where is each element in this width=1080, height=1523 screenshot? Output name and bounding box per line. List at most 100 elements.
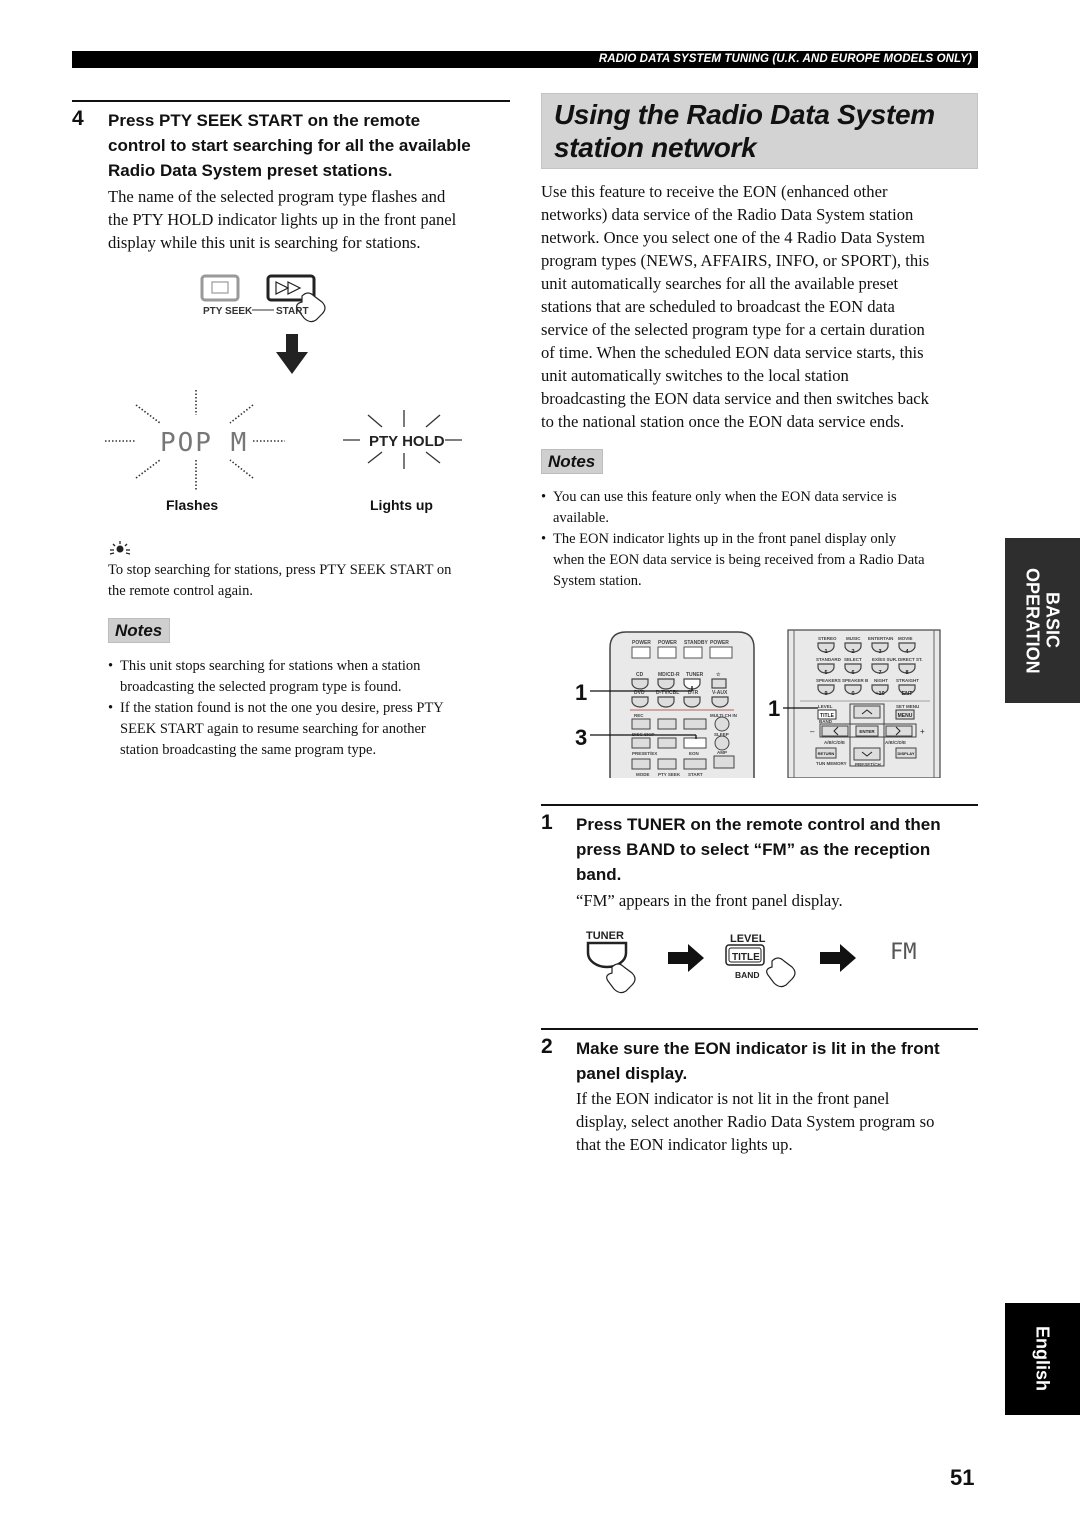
body-line: the PTY HOLD indicator lights up in the … [108,210,457,229]
number-key-label: 8 [905,670,908,676]
cursor-right-button[interactable] [885,725,913,737]
power-av-button[interactable] [657,646,677,659]
basic-operation-tab[interactable]: BASIC OPERATION [1005,538,1080,703]
body-line: If the EON indicator is not lit in the f… [576,1089,890,1108]
note-line: System station. [553,573,642,589]
flashing-display-figure: POP M [105,390,285,490]
body-line: display while this unit is searching for… [108,233,421,252]
dtv-cbl-button[interactable] [657,696,675,708]
eon-button[interactable] [683,737,707,749]
note-line: station broadcasting the same program ty… [120,742,377,758]
note-line: You can use this feature only when the E… [553,489,897,505]
amp-button[interactable] [713,755,735,769]
remote-label: POWER [710,640,729,646]
power-button[interactable] [709,646,733,659]
number-key-label: 1 [824,649,827,655]
notes-heading: Notes [108,618,171,643]
remote-label: SPEAKERS [816,678,841,683]
number-key-label: 9 [824,691,827,697]
remote-label: TUNER [686,672,704,678]
dtr-button[interactable] [683,696,701,708]
number-key-label: 5 [824,670,827,676]
enter-label: ENTER [859,729,875,734]
section-banner: RADIO DATA SYSTEM TUNING (U.K. AND EUROP… [72,51,978,68]
mode-button[interactable] [631,758,651,770]
remote-label: REC [634,713,644,718]
menu-button-label: MENU [898,713,913,719]
pty-seek-label: PTY SEEK [203,306,253,317]
rec-button[interactable] [631,718,651,730]
tuner-band-figure: TUNER LEVEL TITLE BAND FM [586,930,917,994]
number-key-label: 2 [851,649,854,655]
cursor-up-button[interactable] [853,705,881,719]
sleep-button[interactable] [714,735,730,751]
right-arrow-icon [668,944,704,972]
return-label: RETURN [818,751,835,756]
remote-label: A/B/C/D/E [885,740,906,745]
title-line: panel display. [576,1064,688,1083]
remote-label: STANDBY [684,640,708,646]
tuner-label: TUNER [586,930,624,942]
tab-label: BASIC OPERATION [1023,568,1063,674]
pty-seek-button[interactable] [657,758,677,770]
number-key-label: 7 [878,670,881,676]
v-aux-button[interactable] [711,696,729,708]
remote-label: NIGHT [874,678,888,683]
minus-icon: – [810,727,815,736]
intro-line: unit automatically searches for all the … [541,274,899,293]
remote-label: AMP [717,750,727,755]
pause-button[interactable] [657,718,677,730]
body-line: that the EON indicator lights up. [576,1135,793,1154]
intro-line: Use this feature to receive the EON (enh… [541,182,888,201]
remote-label: SPEAKER B [842,678,869,683]
intro-line: of time. When the scheduled EON data ser… [541,343,924,362]
remote-label: EON [689,751,699,756]
prev-button[interactable] [631,737,651,749]
body-line: display, select another Radio Data Syste… [576,1112,935,1131]
play-button[interactable] [657,737,677,749]
pty-hold-text: PTY HOLD [369,433,445,450]
callout-number: 1 [768,696,780,721]
start-button[interactable] [683,758,707,770]
step-1-body: “FM” appears in the front panel display. [576,891,843,910]
display-text: POP M [160,428,248,458]
intro-line: networks) data service of the Radio Data… [541,205,914,224]
cursor-down-button[interactable] [853,747,881,761]
dvd-button[interactable] [631,696,649,708]
number-key-label: ENT [902,691,914,697]
standby-button[interactable] [683,646,703,659]
note-line: when the EON data service is being recei… [553,552,925,568]
number-key-label: 3 [878,649,881,655]
remote-label: DIRECT ST. [898,657,923,662]
md-cdr-button[interactable] [657,678,675,690]
step-4-body: The name of the selected program type fl… [108,185,518,254]
step-2-body: If the EON indicator is not lit in the f… [576,1087,986,1156]
note-line: This unit stops searching for stations w… [120,658,421,674]
start-label: START [276,306,309,317]
remote-label: MUSIC [846,636,861,641]
remote-label: POWER [658,640,677,646]
title-line: Using the Radio Data System [554,99,935,130]
title-line: Make sure the EON indicator is lit in th… [576,1039,940,1058]
pressing-hand-icon [766,957,796,988]
notes-badge: Notes [108,618,171,643]
step-4-title: Press PTY SEEK START on the remote contr… [108,108,518,183]
remote-label: LEVEL [818,704,833,709]
english-language-tab[interactable]: English [1005,1303,1080,1415]
plus-icon: + [920,727,925,736]
cd-button[interactable] [631,678,649,690]
remote-control-figure: POWER POWER STANDBY POWER CD MD/CD-R TUN… [575,629,941,778]
notes-list: This unit stops searching for stations w… [108,656,518,761]
tuner-button-icon[interactable] [586,941,628,969]
cursor-left-button[interactable] [821,725,849,737]
multi-ch-in-button[interactable] [714,716,730,732]
note-item: If the station found is not the one you … [108,698,518,761]
tab-label-operation: OPERATION [1022,567,1043,674]
power-tv-button[interactable] [631,646,651,659]
fm-display-text: FM [890,940,917,965]
star-button[interactable] [711,678,727,689]
title-line: Press PTY SEEK START on the remote [108,111,421,130]
disc-skip-button[interactable] [683,718,707,730]
remote-label: MD/CD-R [658,672,680,678]
pty-seek-button-icon [200,274,240,302]
